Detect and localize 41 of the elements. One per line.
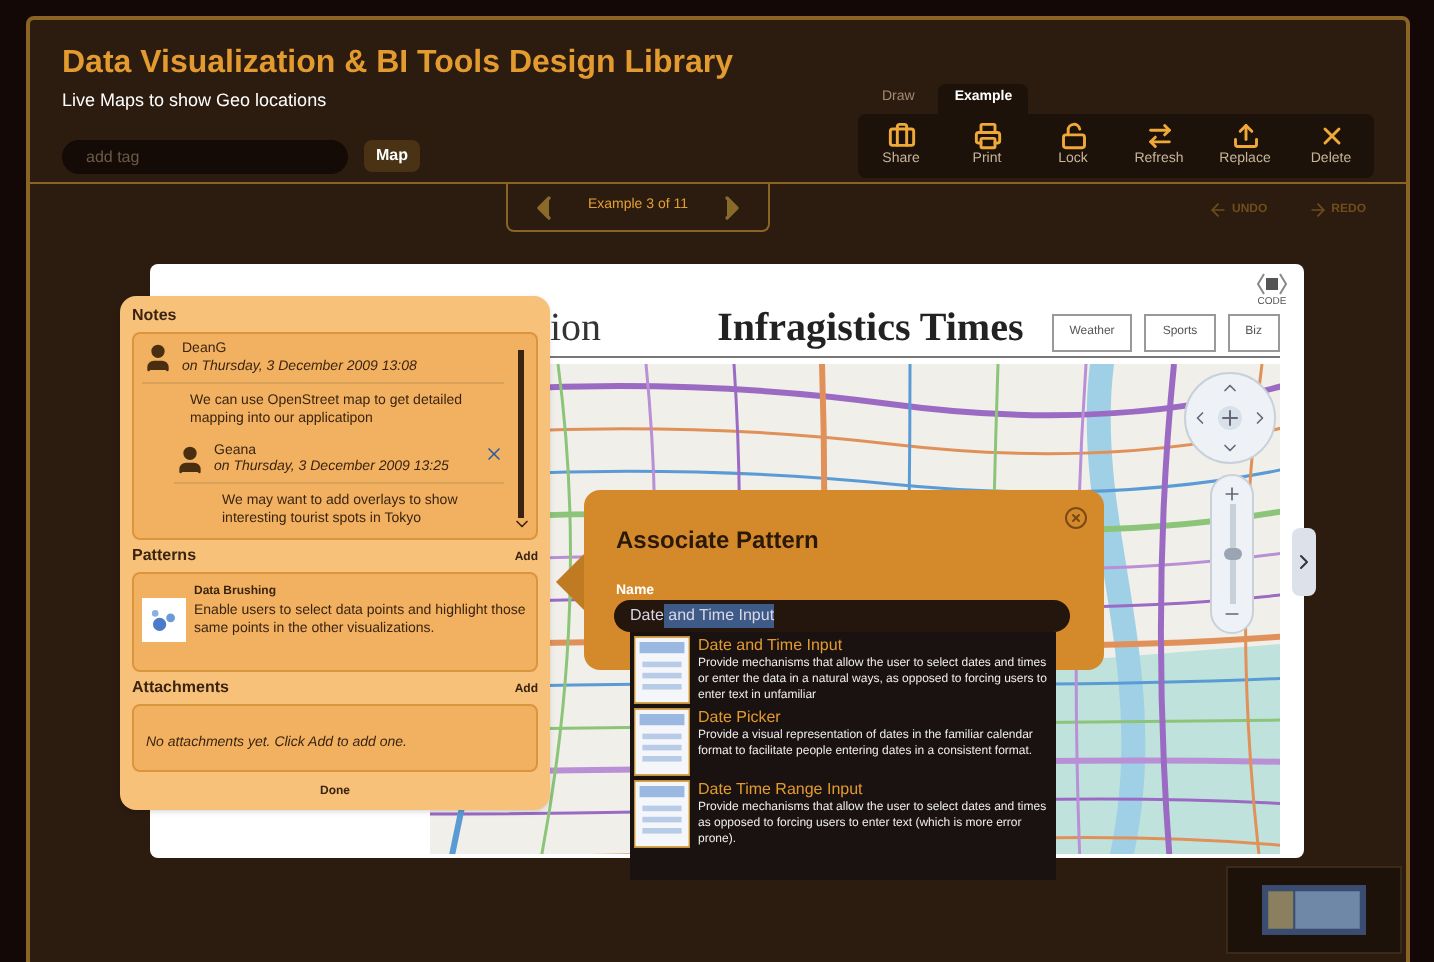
code-icon[interactable]	[1256, 272, 1288, 296]
section-title: Patterns	[132, 543, 197, 568]
user-icon	[142, 342, 174, 374]
unlock-icon	[1059, 121, 1087, 149]
zoom-in-icon[interactable]	[1222, 484, 1242, 504]
printer-icon	[973, 121, 1001, 149]
arrow-right-icon	[1307, 200, 1328, 220]
user-icon	[174, 443, 206, 475]
suggestion-name: Date Time Range Input	[698, 780, 865, 800]
briefcase-icon	[887, 121, 915, 149]
plus-icon[interactable]	[1218, 406, 1242, 430]
tag-field[interactable]: add tag	[62, 139, 348, 173]
typed-text: Date	[630, 604, 664, 628]
calendar-thumbnail-icon	[634, 780, 690, 848]
app-subtitle: Live Maps to show Geo locations	[62, 88, 329, 114]
close-icon[interactable]	[484, 443, 504, 463]
callout-pointer	[556, 554, 584, 610]
scatter-thumbnail-icon	[142, 597, 186, 642]
selected-text: and Time Input	[663, 604, 775, 628]
suggestion-name: Date Picker	[698, 708, 783, 728]
close-icon[interactable]	[1064, 506, 1088, 530]
arrow-left-icon	[1207, 200, 1228, 220]
swap-arrows-icon	[1145, 121, 1173, 149]
masthead: Infragistics Times	[717, 304, 1024, 352]
section-title: Attachments	[132, 676, 229, 700]
suggestion-name: Date and Time Input	[698, 636, 845, 656]
calendar-thumbnail-icon	[634, 708, 690, 776]
calendar-thumbnail-icon	[634, 636, 690, 704]
upload-icon	[1231, 121, 1259, 149]
minimap-drawing	[1262, 884, 1366, 936]
scrollbar[interactable]	[518, 350, 524, 518]
app-title: Data Visualization & BI Tools Design Library	[62, 44, 735, 84]
name-field[interactable]: Date and Time Input	[614, 600, 1070, 632]
page-title: ion	[550, 304, 602, 352]
dialog-title: Associate Pattern	[616, 524, 821, 558]
zoom-thumb[interactable]	[1223, 548, 1241, 560]
tag-chip[interactable]: Map	[364, 140, 420, 172]
zoom-slider[interactable]	[1210, 474, 1254, 634]
minimap[interactable]	[1226, 866, 1402, 954]
expand-handle[interactable]	[1292, 528, 1316, 596]
section-title: Notes	[132, 304, 179, 328]
